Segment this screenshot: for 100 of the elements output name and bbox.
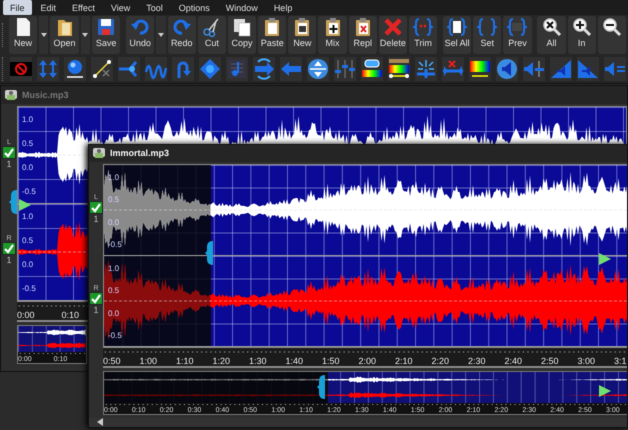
toolbar-button[interactable]: Prev [503,16,532,54]
menu-item[interactable]: File [3,0,32,15]
time-label: 0:00 [17,310,35,320]
split-arrow-icon [118,58,140,80]
braces-icon [507,17,528,37]
effect-button[interactable] [64,57,86,81]
sliders-icon [334,58,356,80]
channel-number: 1 [93,214,98,224]
window-title: Immortal.mp3 [110,148,170,158]
playhead-marker-icon [599,385,611,397]
toolbar-button[interactable]: Save [92,16,120,54]
axis-label: -0.5 [22,284,36,293]
channel-checkbox[interactable] [89,201,103,214]
channel-checkbox[interactable] [2,146,16,159]
menu-item[interactable]: Window [218,0,265,15]
toolbar-button[interactable]: Cut [198,16,226,54]
caret-icon [82,33,88,37]
effect-button[interactable] [253,57,275,81]
menu-item[interactable]: Options [172,0,217,15]
playhead-marker-icon [599,253,611,265]
time-label: 0:10 [62,310,80,320]
time-label: 1:50 [322,356,341,366]
selection-marker-icon [205,241,213,265]
dropdown-button[interactable] [156,16,166,54]
line-icon [91,58,113,80]
toolbar-button[interactable]: In [568,16,596,54]
time-label: 2:30 [468,356,487,366]
braces-icon [477,17,498,37]
caret-icon [40,33,47,37]
channel-number: 1 [6,159,12,169]
effect-button[interactable] [118,57,140,81]
toolbar-button[interactable]: All [537,16,566,54]
sparkle-icon [415,58,437,80]
diamond-icon [199,58,221,80]
selection-marker-icon [317,375,325,399]
toolbar-button[interactable]: Mix [318,16,347,54]
selection-marker-icon [9,190,17,214]
toolbar-button[interactable]: Redo [168,16,196,54]
scroll-left-icon [97,418,103,426]
time-label: 1:30 [249,356,268,366]
caret-icon [158,33,164,37]
time-label: 0:50 [103,356,122,366]
braces-icon [413,17,434,37]
toolbar-button[interactable]: New [288,16,316,54]
effect-button[interactable] [388,57,410,81]
effect-button[interactable] [307,57,329,81]
menu-item[interactable]: Edit [34,0,64,15]
toolbar-button[interactable]: Repl [348,16,377,54]
toolbar-button[interactable]: Paste [258,16,286,54]
effect-button[interactable] [361,57,383,81]
copy-icon [232,17,252,37]
toolbar-button[interactable]: Sel All [443,16,472,54]
axis-label: 0.0 [108,218,120,227]
undo-icon [130,17,150,37]
music-note-icon [226,58,248,80]
horizontal-scrollbar[interactable] [89,418,627,427]
menu-item[interactable]: Help [266,0,300,15]
gradient-icon [361,58,383,80]
toolbar-button[interactable] [598,16,626,54]
dropdown-button[interactable] [80,16,90,54]
ramp-up-icon [550,58,572,80]
axis-label: 0.5 [22,236,34,245]
effect-button[interactable] [91,57,113,81]
channel-checkbox[interactable] [2,242,16,255]
file-icon [4,89,18,101]
toolbar-button[interactable]: Undo [126,16,154,54]
toolbar-button[interactable]: Delete [378,16,407,54]
time-label: 2:20 [432,356,450,366]
effect-button[interactable] [469,57,491,81]
ramp-down-icon [577,58,599,80]
toolbar-button[interactable]: New [8,16,38,54]
menu-item[interactable]: View [104,0,138,15]
axis-label: 1.0 [22,212,34,221]
toolbar-button[interactable]: Trim [408,16,438,54]
arrows-icon [37,58,59,80]
time-label: 1:10 [176,356,195,366]
effect-button[interactable] [199,57,221,81]
channel-checkbox[interactable] [89,292,103,306]
time-label: 2:50 [541,356,560,366]
axis-label: 0.0 [22,163,34,172]
zoom-icon [542,17,562,37]
axis-label: -0.5 [22,187,36,196]
time-label: 1:00 [140,356,158,366]
toolbar-button[interactable]: Open [50,16,79,54]
toolbar-button[interactable]: Copy [228,16,256,54]
time-label: 2:40 [504,356,524,366]
menu-item[interactable]: Tool [139,0,170,15]
circle-arrows-icon [307,58,329,80]
effect-button[interactable] [415,57,437,81]
swap-arrows-icon [253,58,275,80]
spectrum-bar-icon [469,58,491,80]
toolbar-button[interactable]: Set [473,16,502,54]
menu-item[interactable]: Effect [65,0,102,15]
window-title: Music.mp3 [22,90,69,100]
time-label: 1:40 [286,356,304,366]
time-label: 3:00 [578,356,596,366]
axis-label: 0.5 [22,139,34,148]
axis-label: 0.0 [22,260,34,269]
dropdown-button[interactable] [39,16,48,54]
time-label: 3:1 [614,356,627,366]
